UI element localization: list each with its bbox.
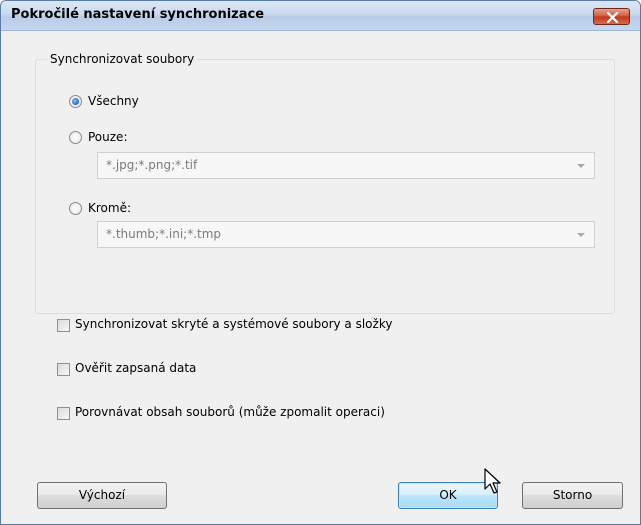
mouse-cursor-icon (484, 468, 501, 494)
radio-except[interactable] (69, 202, 82, 215)
except-pattern-value: *.thumb;*.ini;*.tmp (106, 227, 222, 241)
default-settings-button[interactable]: Výchozí (37, 482, 167, 509)
dialog-window: Pokročilé nastavení synchronizace Synchr… (0, 0, 641, 525)
compare-content-checkbox[interactable] (57, 407, 70, 420)
sync-hidden-checkbox[interactable] (57, 319, 70, 332)
close-icon (606, 12, 619, 23)
chevron-down-icon (577, 233, 585, 237)
title-bar: Pokročilé nastavení synchronizace (1, 1, 640, 31)
except-pattern-combo[interactable]: *.thumb;*.ini;*.tmp (97, 221, 595, 248)
radio-only[interactable] (69, 131, 82, 144)
verify-data-checkbox[interactable] (57, 363, 70, 376)
ok-button[interactable]: OK (398, 482, 498, 509)
verify-data-label[interactable]: Ověřit zapsaná data (75, 361, 196, 375)
cancel-button[interactable]: Storno (522, 482, 623, 509)
sync-hidden-label[interactable]: Synchronizovat skryté a systémové soubor… (75, 317, 392, 331)
compare-content-label[interactable]: Porovnávat obsah souborů (může zpomalit … (75, 405, 385, 419)
sync-files-legend: Synchronizovat soubory (47, 52, 198, 66)
chevron-down-icon (577, 164, 585, 168)
close-button[interactable] (593, 8, 630, 25)
radio-all[interactable] (69, 95, 82, 108)
radio-all-label[interactable]: Všechny (88, 94, 139, 108)
radio-except-label[interactable]: Kromě: (88, 201, 131, 215)
only-pattern-combo[interactable]: *.jpg;*.png;*.tif (97, 152, 595, 179)
radio-only-label[interactable]: Pouze: (88, 130, 127, 144)
only-pattern-value: *.jpg;*.png;*.tif (106, 158, 198, 172)
dialog-title: Pokročilé nastavení synchronizace (11, 7, 265, 22)
dialog-body: Synchronizovat soubory Všechny Pouze: *.… (5, 31, 636, 520)
